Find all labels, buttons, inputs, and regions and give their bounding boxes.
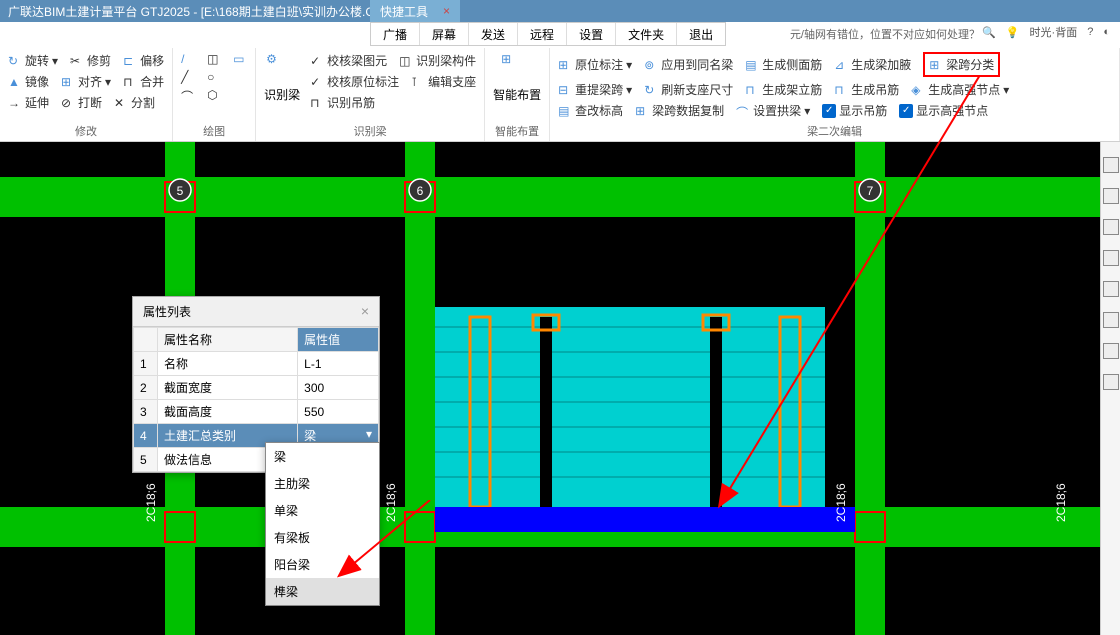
user-icon[interactable]: ◐ [1103,26,1110,38]
svg-text:2C18;6: 2C18;6 [1054,483,1068,522]
titlebar: 广联达BIM土建计量平台 GTJ2025 - [E:\168期土建白班\实训办公… [0,0,1120,22]
ribbon-group-recognize-beam: ⚙ 识别梁 ✓校核梁图元 ◫识别梁构件 ✓校核原位标注 ⊺编辑支座 ⊓识别吊筋 … [256,48,485,141]
relift-beam-span[interactable]: ⊟重提梁跨 ▾ [558,81,632,98]
recognize-beam-member[interactable]: ◫识别梁构件 [399,52,476,69]
set-arch-beam[interactable]: ⌒设置拱梁 ▾ [736,102,810,119]
top-right-icons: 🔍 💡 时光·背面 ? ◐ [982,24,1110,40]
show-hanger-checkbox[interactable]: ✓显示吊筋 [822,102,887,119]
right-toolbar [1100,142,1120,635]
generate-high-strength-node[interactable]: ◈生成高强节点 ▾ [911,81,1009,98]
svg-text:7: 7 [867,184,874,198]
mirror-button[interactable]: ▲镜像 [8,73,49,90]
toolbar-icon-1[interactable] [1103,157,1119,173]
toolbar-icon-7[interactable] [1103,343,1119,359]
ribbon-group-modify: ↻旋转 ▾ ✂修剪 ⊏偏移 ▲镜像 ⊞对齐 ▾ ⊓合并 →延伸 ⊘打断 ✕分割 … [0,48,173,141]
dropdown-option[interactable]: 单梁 [266,497,379,524]
toolbar-icon-4[interactable] [1103,250,1119,266]
svg-text:2C18;6: 2C18;6 [144,483,158,522]
menu-exit[interactable]: 退出 [677,23,725,45]
check-beam-element[interactable]: ✓校核梁图元 [310,52,387,69]
panel-title: 属性列表 [143,303,191,320]
dropdown-menu: 梁 主肋梁 单梁 有梁板 阳台梁 榫梁 [265,442,380,606]
svg-text:5: 5 [177,184,184,198]
toolbar-icon-2[interactable] [1103,188,1119,204]
generate-hanger[interactable]: ⊓生成吊筋 [834,81,899,98]
close-icon[interactable]: × [443,4,450,18]
light-icon[interactable]: 💡 [1006,26,1020,39]
show-high-strength-checkbox[interactable]: ✓显示高强节点 [899,102,988,119]
edit-support[interactable]: ⊺编辑支座 [411,73,476,90]
svg-text:2C18;6: 2C18;6 [384,483,398,522]
refresh-support-size[interactable]: ↻刷新支座尺寸 [644,81,733,98]
generate-bracket-rebar[interactable]: ⊓生成架立筋 [745,81,822,98]
break-button[interactable]: ⊘打断 [61,94,102,111]
table-row[interactable]: 1 名称 L-1 [134,352,379,376]
toolbar-icon-6[interactable] [1103,312,1119,328]
draw-curve[interactable]: ⌒ [181,88,195,102]
title-text: 广联达BIM土建计量平台 GTJ2025 - [E:\168期土建白班\实训办公… [8,3,375,20]
toolbar-icon-5[interactable] [1103,281,1119,297]
menu-folder[interactable]: 文件夹 [616,23,677,45]
ribbon: ↻旋转 ▾ ✂修剪 ⊏偏移 ▲镜像 ⊞对齐 ▾ ⊓合并 →延伸 ⊘打断 ✕分割 … [0,48,1120,142]
help-icon[interactable]: ? [1087,26,1093,38]
menu-screen[interactable]: 屏幕 [420,23,469,45]
smart-layout-button[interactable]: ⊞ 智能布置 [493,52,541,103]
table-row[interactable]: 2 截面宽度 300 [134,376,379,400]
dropdown-option[interactable]: 主肋梁 [266,470,379,497]
time-label[interactable]: 时光·背面 [1030,24,1078,40]
help-text: 元/轴网有错位，位置不对应如何处理？ [790,26,980,42]
table-row[interactable]: 3 截面高度 550 [134,400,379,424]
dropdown-option[interactable]: 有梁板 [266,524,379,551]
dropdown-option-hover[interactable]: 榫梁 [266,578,379,605]
draw-line[interactable]: / [181,52,195,66]
beam-span-classify[interactable]: ⊞梁跨分类 [923,52,1000,77]
ribbon-group-smart-layout: ⊞ 智能布置 智能布置 [485,48,550,141]
offset-button[interactable]: ⊏偏移 [123,52,164,69]
toolbar-icon-3[interactable] [1103,219,1119,235]
recognize-hanger[interactable]: ⊓识别吊筋 [310,94,375,111]
dropdown-option[interactable]: 梁 [266,443,379,470]
trim-button[interactable]: ✂修剪 [70,52,111,69]
check-position-annotation[interactable]: ✓校核原位标注 [310,73,399,90]
toolbar-icon-8[interactable] [1103,374,1119,390]
dropdown-option[interactable]: 阳台梁 [266,551,379,578]
generate-side-rebar[interactable]: ▤生成侧面筋 [745,56,822,73]
beam-span-data-copy[interactable]: ⊞梁跨数据复制 [635,102,724,119]
align-button[interactable]: ⊞对齐 ▾ [61,73,111,90]
draw-arc[interactable]: ╱ [181,70,195,84]
position-annotation[interactable]: ⊞原位标注 ▾ [558,56,632,73]
menu-broadcast[interactable]: 广播 [371,23,420,45]
draw-rect[interactable]: ▭ [233,52,247,66]
draw-circle[interactable]: ○ [207,70,221,84]
search-icon[interactable]: 🔍 [982,26,996,39]
generate-beam-haunch[interactable]: ⊿生成梁加腋 [834,56,911,73]
menu-remote[interactable]: 远程 [518,23,567,45]
rotate-button[interactable]: ↻旋转 ▾ [8,52,58,69]
svg-text:2C18;6: 2C18;6 [834,483,848,522]
svg-text:6: 6 [417,184,424,198]
header-value: 属性值 [298,328,379,352]
menu-settings[interactable]: 设置 [567,23,616,45]
top-menu: 广播 屏幕 发送 远程 设置 文件夹 退出 [370,22,726,46]
close-icon[interactable]: × [361,303,369,320]
apply-same-beam[interactable]: ⊚应用到同名梁 [644,56,733,73]
ribbon-group-beam-edit: ⊞原位标注 ▾ ⊚应用到同名梁 ▤生成侧面筋 ⊿生成梁加腋 ⊞梁跨分类 ⊟重提梁… [550,48,1120,141]
extend-button[interactable]: →延伸 [8,94,49,111]
draw-erase[interactable]: ◫ [207,52,221,66]
ribbon-group-draw: / ◫ ▭ ╱ ○ ⌒ ⬡ 绘图 [173,48,256,141]
menu-send[interactable]: 发送 [469,23,518,45]
view-modify-elevation[interactable]: ▤查改标高 [558,102,623,119]
split-button[interactable]: ✕分割 [114,94,155,111]
recognize-beam-button[interactable]: ⚙ 识别梁 [264,52,300,111]
draw-shape[interactable]: ⬡ [207,88,221,102]
header-name: 属性名称 [158,328,298,352]
tab-title: 快捷工具 × [370,0,460,22]
merge-button[interactable]: ⊓合并 [123,73,164,90]
